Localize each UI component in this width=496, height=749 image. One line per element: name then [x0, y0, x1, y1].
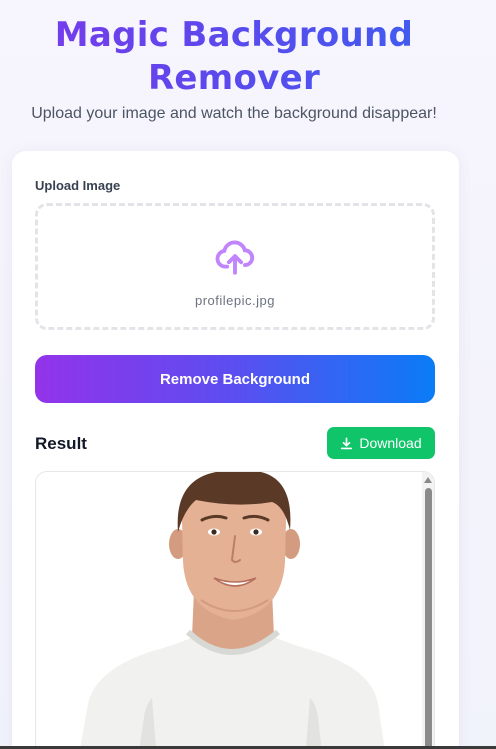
scroll-thumb[interactable]: [425, 488, 432, 749]
scroll-up-arrow-icon[interactable]: [424, 477, 432, 483]
result-scrollbar[interactable]: [422, 472, 434, 749]
result-image: [80, 472, 385, 749]
upload-label: Upload Image: [35, 178, 121, 193]
page-subtitle: Upload your image and watch the backgrou…: [31, 105, 437, 122]
cloud-upload-icon: [215, 240, 255, 275]
download-label: Download: [359, 435, 422, 451]
main-card: Upload Image profilepic.jpg Remove Backg…: [12, 151, 459, 749]
result-heading: Result: [35, 434, 87, 453]
file-name: profilepic.jpg: [195, 293, 275, 308]
remove-background-button[interactable]: Remove Background: [35, 355, 435, 403]
upload-dropzone[interactable]: profilepic.jpg: [35, 203, 435, 330]
download-button[interactable]: Download: [327, 427, 435, 459]
title-line-2: Remover: [147, 58, 321, 98]
download-icon: [341, 437, 353, 449]
result-preview: [35, 471, 435, 749]
title-line-1: Magic Background: [54, 15, 414, 55]
page-title: Magic Background Remover: [0, 14, 468, 100]
